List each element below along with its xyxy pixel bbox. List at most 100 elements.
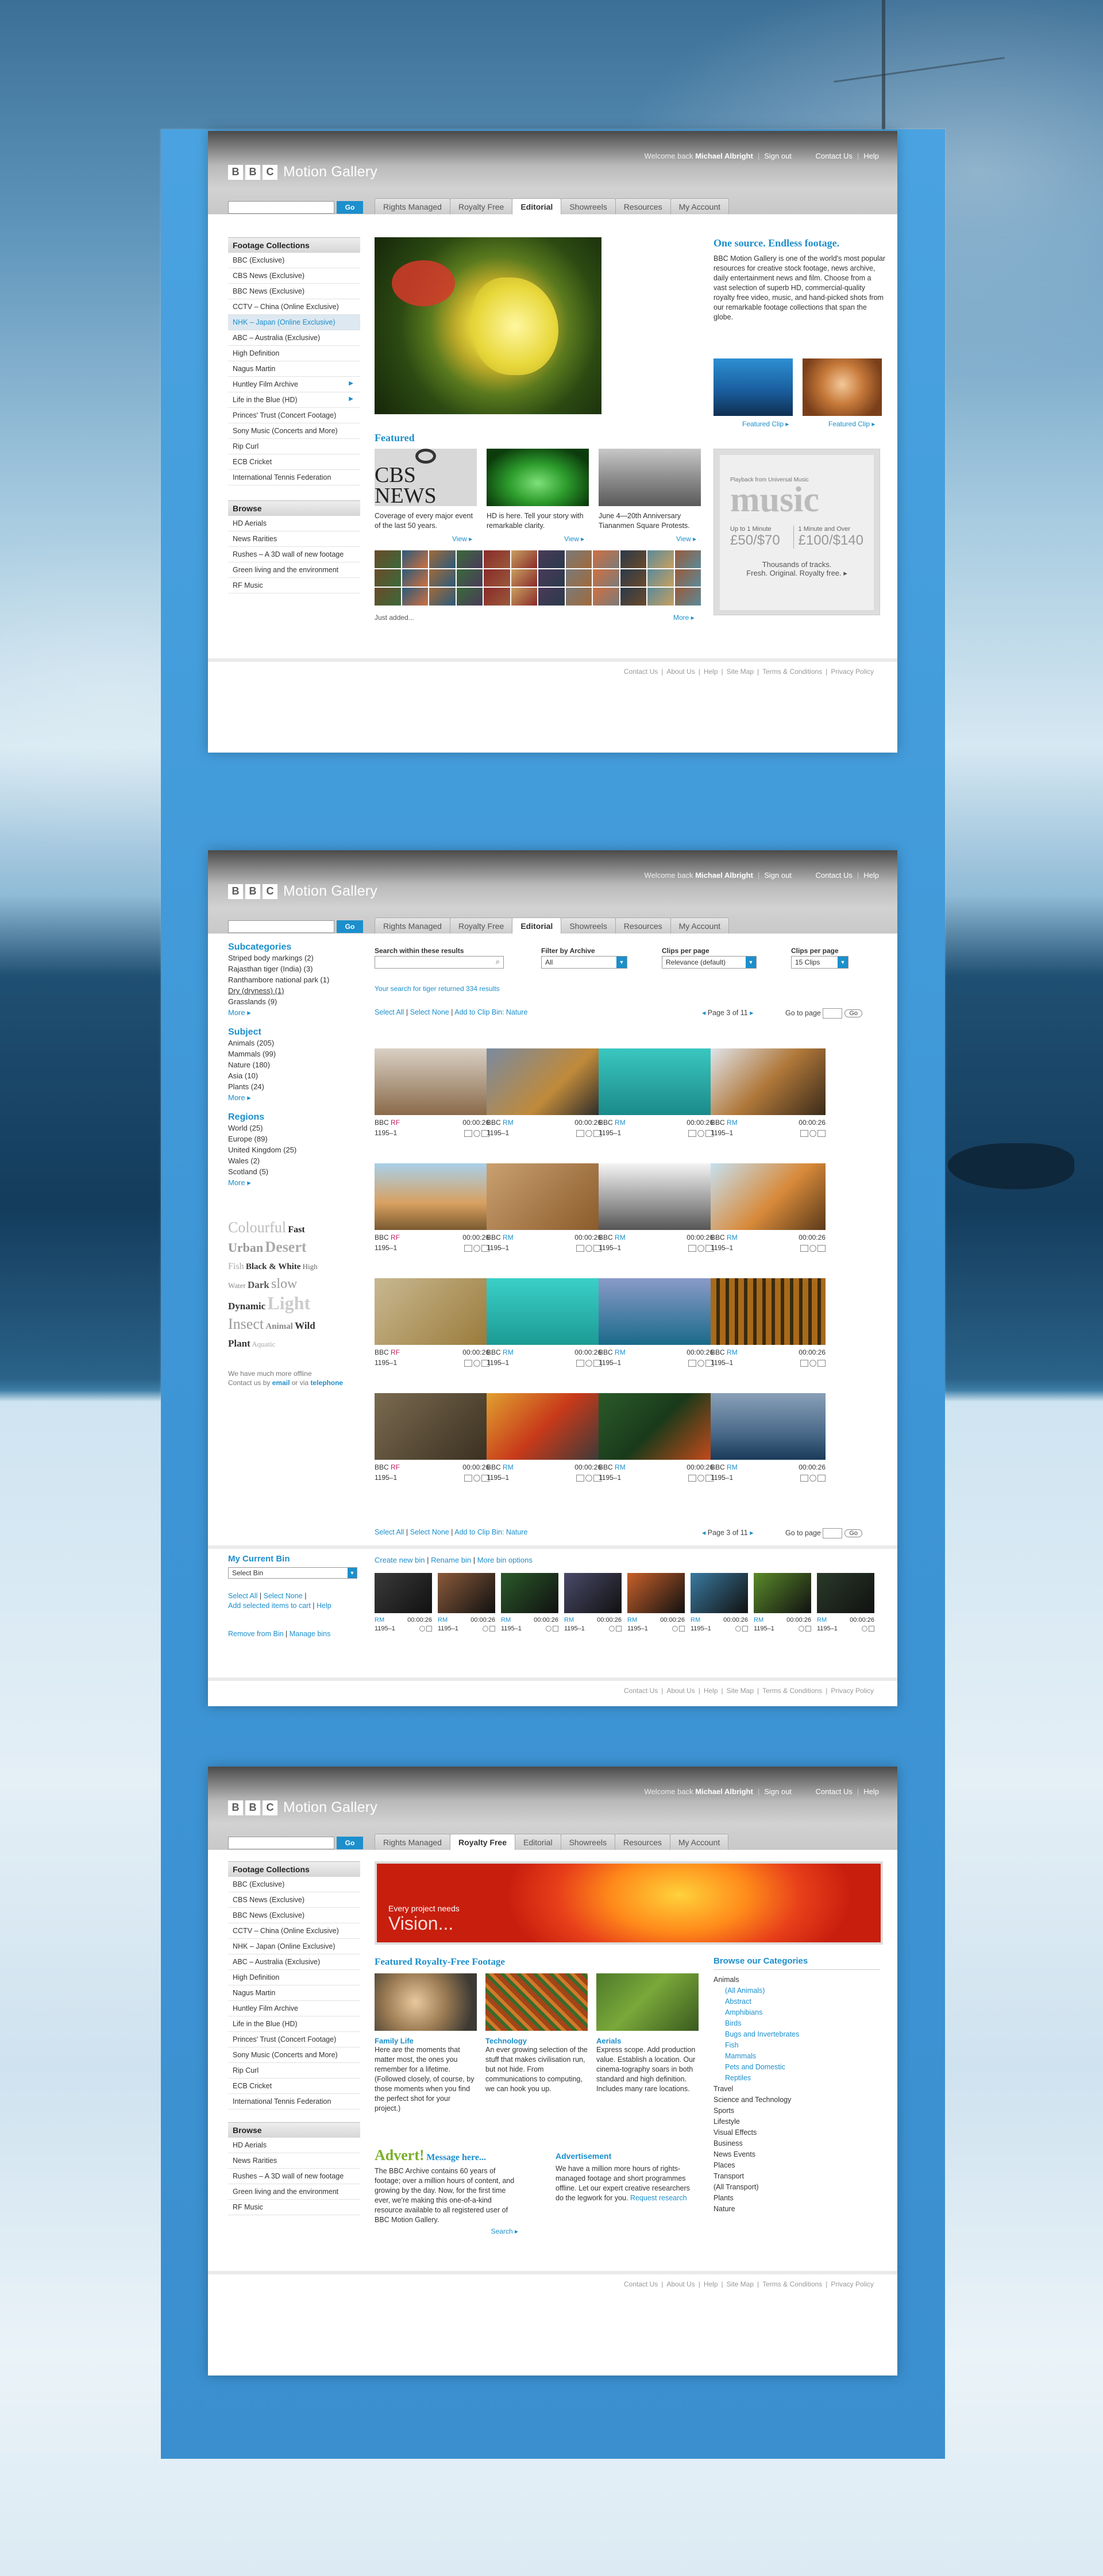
more-link[interactable]: More ▸ [228,1177,360,1188]
mosaic-tile[interactable] [402,550,428,568]
clip-thumbnail[interactable] [487,1048,601,1115]
clip-thumbnail[interactable] [599,1393,714,1460]
mosaic-tile[interactable] [565,569,592,587]
footer-link[interactable]: Privacy Policy [831,1687,874,1695]
help-link[interactable]: Help [863,871,879,880]
mosaic-tile[interactable] [674,550,701,568]
cart-icon[interactable] [464,1474,472,1482]
mosaic-tile[interactable] [674,588,701,606]
zoom-icon[interactable] [585,1129,592,1137]
bin-clip-thumbnail[interactable] [501,1573,558,1613]
collection-item[interactable]: International Tennis Federation [228,2094,360,2110]
browse-item[interactable]: HD Aerials [228,2138,360,2153]
technology-thumb[interactable] [485,1973,588,2031]
remove-icon[interactable] [553,1626,558,1632]
contact-us-link[interactable]: Contact Us [816,152,853,160]
add-to-bin-link[interactable]: Add to Clip Bin: Nature [454,1528,527,1536]
tab-my-account[interactable]: My Account [670,917,729,934]
search-within-input[interactable]: ⌕ [375,956,504,969]
music-promo[interactable]: Playback from Universal Music music Up t… [714,449,880,615]
zoom-icon[interactable] [697,1129,704,1137]
mosaic-tile[interactable] [593,569,619,587]
browse-item[interactable]: RF Music [228,578,360,593]
search-go-button[interactable]: Go [337,201,363,214]
subject-item[interactable]: Animals (205) [228,1038,360,1048]
zoom-icon[interactable] [697,1474,704,1482]
next-page-icon[interactable]: ▸ [750,1529,753,1537]
collection-item[interactable]: ECB Cricket [228,2078,360,2094]
subcategory-item[interactable]: Amphibians [725,2007,880,2018]
bin-select-none-link[interactable]: Select None [264,1592,303,1600]
zoom-icon[interactable] [809,1474,816,1482]
search-go-button[interactable]: Go [337,1837,363,1849]
rf-card-title[interactable]: Aerials [596,2037,699,2045]
tab-resources[interactable]: Resources [615,198,671,214]
footer-link[interactable]: About Us [666,2280,695,2288]
tab-showreels[interactable]: Showreels [560,1834,615,1850]
clip-thumbnail[interactable] [375,1278,489,1345]
zoom-icon[interactable] [809,1129,816,1137]
browse-item[interactable]: Green living and the environment [228,562,360,578]
tag[interactable]: Colourful [228,1219,286,1236]
category-item[interactable]: Nature [714,2204,880,2215]
tag[interactable]: Urban [228,1240,263,1255]
clip-thumbnail[interactable] [375,1048,489,1115]
add-to-bin-link[interactable]: Add to Clip Bin: Nature [454,1008,527,1016]
zoom-icon[interactable] [473,1129,480,1137]
browse-item[interactable]: News Rarities [228,2153,360,2169]
subcategory-item[interactable]: Pets and Domestic [725,2062,880,2073]
collection-item[interactable]: Princes' Trust (Concert Footage) [228,2032,360,2047]
collection-item[interactable]: Life in the Blue (HD) [228,2016,360,2032]
mosaic-tile[interactable] [593,550,619,568]
contact-us-link[interactable]: Contact Us [816,871,853,880]
clip-thumbnail[interactable] [599,1278,714,1345]
mosaic-tile[interactable] [429,550,456,568]
vision-banner[interactable]: Every project needs Vision... [375,1861,883,1945]
clip-thumbnail[interactable] [375,1393,489,1460]
zoom-icon[interactable] [735,1626,741,1632]
subcategory-item[interactable]: Abstract [725,1996,880,2007]
mosaic-tile[interactable] [620,588,646,606]
tag[interactable]: Water [228,1281,246,1290]
subcategory-item[interactable]: Birds [725,2018,880,2029]
add-to-bin-icon[interactable] [817,1129,826,1137]
subcategory-item[interactable]: Striped body markings (2) [228,952,360,963]
more-link[interactable]: More ▸ [228,1092,360,1103]
tab-showreels[interactable]: Showreels [561,917,616,934]
mosaic-tile[interactable] [456,569,483,587]
mosaic-tile[interactable] [484,569,510,587]
mosaic-tile[interactable] [674,569,701,587]
footer-link[interactable]: Terms & Conditions [762,1687,822,1695]
category-item[interactable]: Science and Technology [714,2095,880,2105]
footer-link[interactable]: Help [704,2280,718,2288]
subcategory-item[interactable]: Ranthambore national park (1) [228,974,360,985]
remove-icon[interactable] [616,1626,622,1632]
zoom-icon[interactable] [809,1359,816,1367]
zoom-icon[interactable] [585,1359,592,1367]
view-link[interactable]: View ▸ [564,535,584,543]
zoom-icon[interactable] [585,1244,592,1252]
tab-rights-managed[interactable]: Rights Managed [375,198,450,214]
collection-item[interactable]: Princes' Trust (Concert Footage) [228,408,360,423]
region-item[interactable]: Scotland (5) [228,1166,360,1177]
next-page-icon[interactable]: ▸ [750,1009,753,1017]
tab-resources[interactable]: Resources [615,917,671,934]
bin-clip-thumbnail[interactable] [691,1573,748,1613]
search-input[interactable] [228,920,334,933]
collection-item[interactable]: ABC – Australia (Exclusive) [228,1954,360,1970]
featured-clip-thumb[interactable] [714,358,793,416]
collection-item[interactable]: Nagus Martin [228,361,360,377]
clip-thumbnail[interactable] [711,1278,826,1345]
help-link[interactable]: Help [863,152,879,160]
browse-item[interactable]: Rushes – A 3D wall of new footage [228,2169,360,2184]
zoom-icon[interactable] [483,1626,488,1632]
footer-link[interactable]: Terms & Conditions [762,2280,822,2288]
browse-item[interactable]: Rushes – A 3D wall of new footage [228,547,360,562]
bin-select-all-link[interactable]: Select All [228,1592,257,1600]
rf-card-title[interactable]: Technology [485,2037,588,2045]
bbc-logo[interactable]: BBC Motion Gallery [228,883,377,900]
collection-item-selected[interactable]: NHK – Japan (Online Exclusive) [228,315,360,330]
category-item[interactable]: Visual Effects [714,2127,880,2138]
add-to-cart-link[interactable]: Add selected items to cart [228,1602,311,1610]
bin-clip-thumbnail[interactable] [375,1573,432,1613]
